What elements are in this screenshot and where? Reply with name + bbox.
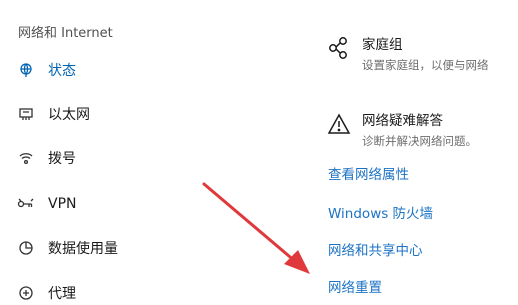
annotation-arrow [202,182,310,274]
